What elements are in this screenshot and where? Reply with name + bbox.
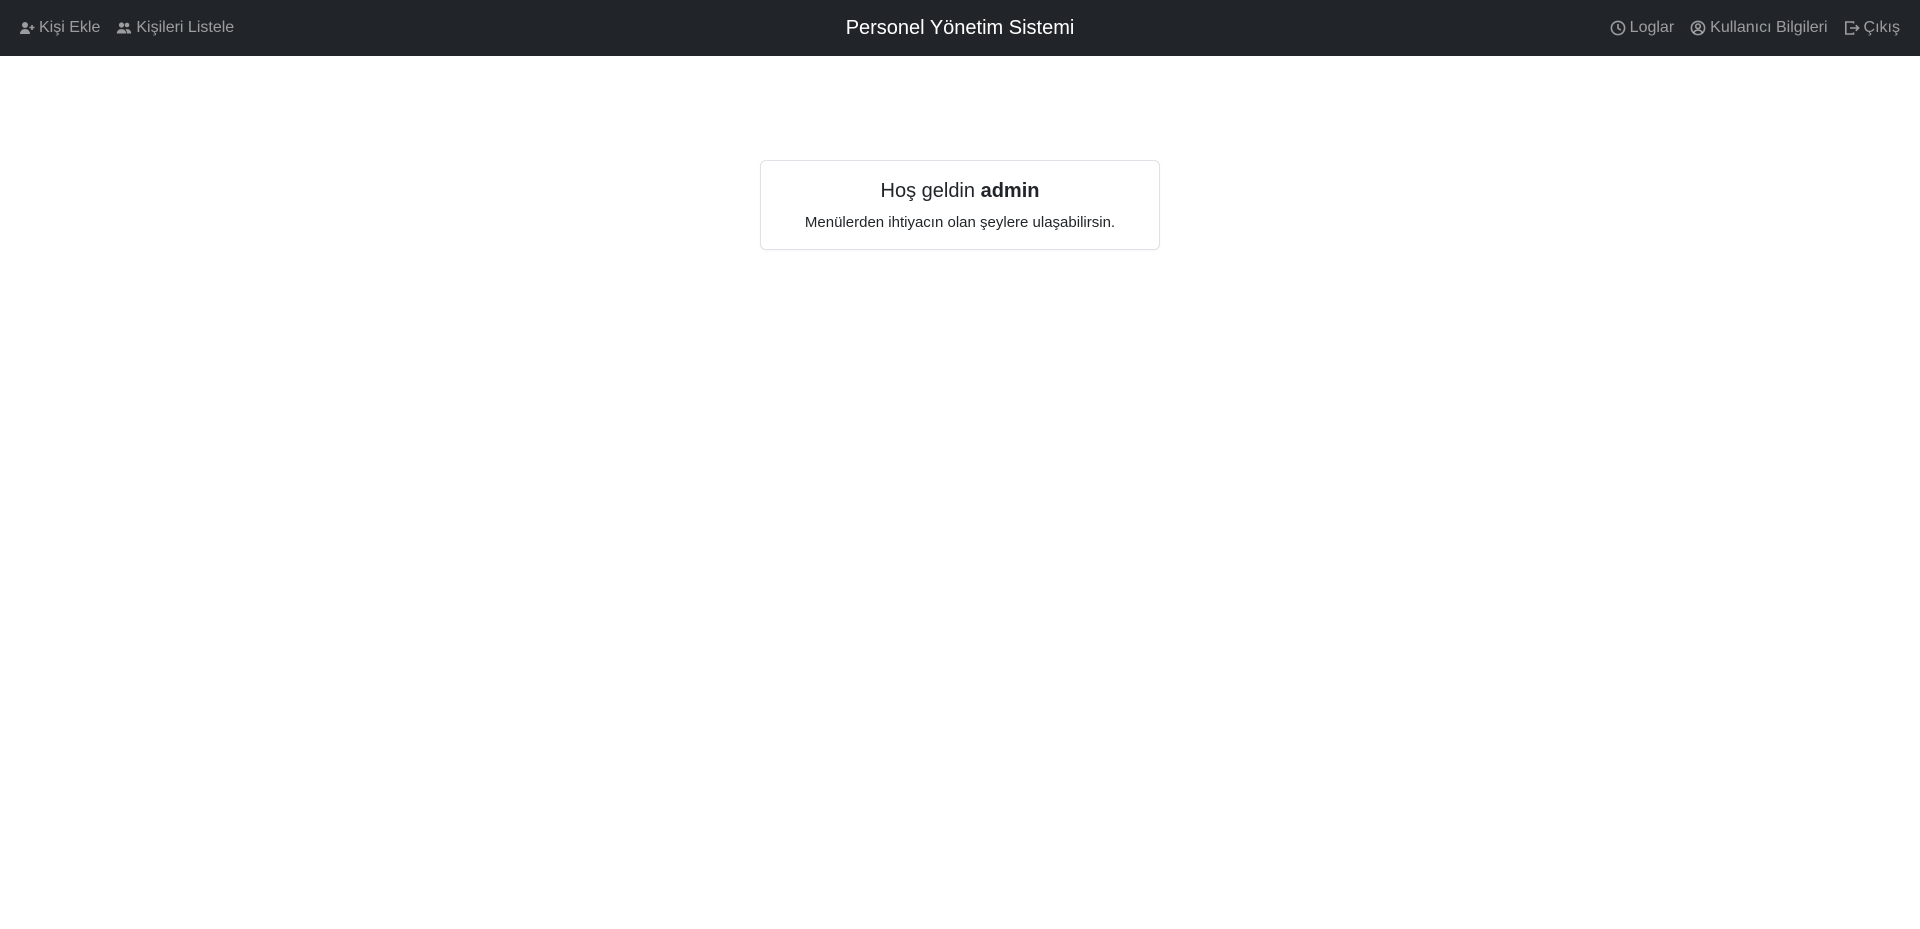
nav-list-people-label: Kişileri Listele [136,19,235,36]
top-navbar: Kişi Ekle Kişileri Listele Personel Yöne… [0,0,1920,56]
user-circle-icon [1690,20,1706,36]
welcome-title: Hoş geldin admin [761,179,1159,203]
clock-icon [1610,20,1626,36]
users-icon [117,22,132,34]
nav-user-info-label: Kullanıcı Bilgileri [1710,19,1828,36]
nav-right-group: Loglar Kullanıcı Bilgileri Çıkış [1594,0,1900,56]
brand-title[interactable]: Personel Yönetim Sistemi [846,17,1075,40]
welcome-card: Hoş geldin admin Menülerden ihtiyacın ol… [760,160,1160,250]
nav-list-people-link[interactable]: Kişileri Listele [116,19,234,37]
nav-left-group: Kişi Ekle Kişileri Listele [19,0,250,56]
nav-logout-label: Çıkış [1863,19,1900,36]
welcome-username: admin [980,180,1040,202]
nav-add-person-link[interactable]: Kişi Ekle [19,19,100,37]
logout-icon [1844,21,1860,35]
nav-user-info-link[interactable]: Kullanıcı Bilgileri [1690,19,1828,37]
welcome-greeting: Hoş geldin [880,180,976,202]
nav-add-person-label: Kişi Ekle [39,19,101,36]
welcome-message: Menülerden ihtiyacın olan şeylere ulaşab… [804,214,1116,231]
user-plus-icon [20,22,35,34]
nav-logout-link[interactable]: Çıkış [1844,19,1900,37]
nav-logs-link[interactable]: Loglar [1610,19,1674,37]
nav-logs-label: Loglar [1629,19,1675,36]
